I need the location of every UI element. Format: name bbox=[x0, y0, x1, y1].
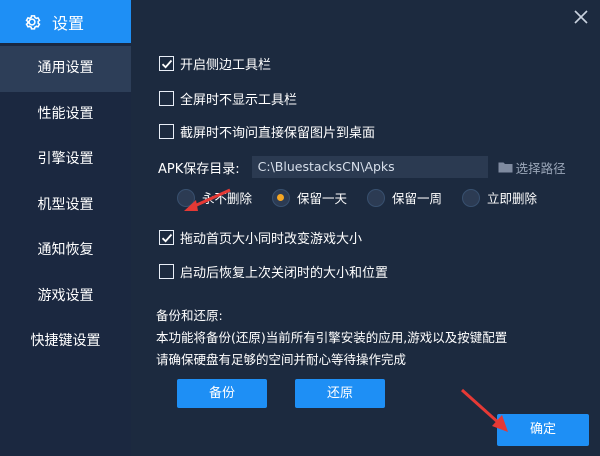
sidebar-item-game[interactable]: 游戏设置 bbox=[0, 274, 131, 320]
side-toolbar-option[interactable]: 开启侧边工具栏 bbox=[159, 54, 271, 73]
sidebar-item-notification-restore[interactable]: 通知恢复 bbox=[0, 228, 131, 274]
checkmark-icon bbox=[161, 59, 173, 69]
fullscreen-toolbar-checkbox[interactable] bbox=[159, 91, 174, 106]
radio-keep-day[interactable] bbox=[272, 188, 291, 207]
retention-delete-now-label: 立即删除 bbox=[487, 191, 538, 206]
window-title: 设置 bbox=[52, 13, 85, 33]
sidebar-item-hotkeys[interactable]: 快捷键设置 bbox=[0, 319, 131, 365]
checkmark-icon bbox=[161, 233, 173, 243]
annotation-arrow-icon bbox=[184, 188, 231, 211]
screenshot-desktop-label: 截屏时不询问直接保留图片到桌面 bbox=[180, 126, 376, 141]
radio-keep-week[interactable] bbox=[367, 188, 386, 207]
fullscreen-toolbar-label: 全屏时不显示工具栏 bbox=[180, 93, 298, 108]
annotation-arrow-icon bbox=[460, 388, 508, 432]
screenshot-desktop-option[interactable]: 截屏时不询问直接保留图片到桌面 bbox=[159, 122, 375, 141]
sidebar-nav: 通用设置 性能设置 引擎设置 机型设置 通知恢复 游戏设置 快捷键设置 bbox=[0, 46, 131, 365]
backup-warning: 请确保硬盘有足够的空间并耐心等待操作完成 bbox=[156, 352, 407, 367]
sidebar-item-device-model[interactable]: 机型设置 bbox=[0, 183, 131, 229]
browse-path-label: 选择路径 bbox=[515, 160, 566, 176]
restore-size-checkbox[interactable] bbox=[159, 264, 174, 279]
side-toolbar-label: 开启侧边工具栏 bbox=[180, 58, 272, 73]
restore-size-option[interactable]: 启动后恢复上次关闭时的大小和位置 bbox=[159, 262, 388, 281]
settings-window: 设置 通用设置 性能设置 引擎设置 机型设置 通知恢复 游戏设置 快捷键设置 开… bbox=[0, 0, 600, 456]
resize-game-option[interactable]: 拖动首页大小同时改变游戏大小 bbox=[159, 228, 362, 247]
general-settings-panel: 开启侧边工具栏 全屏时不显示工具栏 截屏时不询问直接保留图片到桌面 APK保存目… bbox=[131, 0, 600, 456]
radio-delete-now[interactable] bbox=[462, 188, 481, 207]
resize-game-checkbox[interactable] bbox=[159, 230, 174, 245]
fullscreen-toolbar-option[interactable]: 全屏时不显示工具栏 bbox=[159, 89, 297, 108]
backup-button[interactable]: 备份 bbox=[177, 379, 267, 408]
backup-description: 本功能将备份(还原)当前所有引擎安装的应用,游戏以及按键配置 bbox=[156, 330, 508, 345]
window-title-bar: 设置 bbox=[0, 0, 131, 43]
retention-keep-week[interactable]: 保留一周 bbox=[367, 188, 442, 207]
sidebar: 设置 通用设置 性能设置 引擎设置 机型设置 通知恢复 游戏设置 快捷键设置 bbox=[0, 0, 131, 456]
retention-keep-day[interactable]: 保留一天 bbox=[272, 188, 347, 207]
browse-path-button[interactable]: 选择路径 bbox=[498, 158, 566, 177]
gear-icon bbox=[25, 14, 41, 30]
sidebar-item-general[interactable]: 通用设置 bbox=[0, 46, 131, 92]
apk-directory-label: APK保存目录: bbox=[158, 161, 240, 177]
apk-directory-row: APK保存目录: 选择路径 bbox=[158, 156, 566, 178]
retention-keep-day-label: 保留一天 bbox=[297, 191, 348, 206]
sidebar-item-engine[interactable]: 引擎设置 bbox=[0, 137, 131, 183]
apk-retention-options: 永不删除 保留一天 保留一周 立即删除 bbox=[177, 188, 557, 207]
side-toolbar-checkbox[interactable] bbox=[159, 56, 174, 71]
resize-game-label: 拖动首页大小同时改变游戏大小 bbox=[180, 232, 363, 247]
backup-section-title: 备份和还原: bbox=[156, 308, 223, 323]
restore-size-label: 启动后恢复上次关闭时的大小和位置 bbox=[180, 266, 389, 281]
retention-keep-week-label: 保留一周 bbox=[392, 191, 443, 206]
retention-delete-now[interactable]: 立即删除 bbox=[462, 188, 537, 207]
apk-path-input[interactable] bbox=[251, 156, 488, 178]
screenshot-desktop-checkbox[interactable] bbox=[159, 124, 174, 139]
folder-icon bbox=[498, 162, 513, 173]
sidebar-item-performance[interactable]: 性能设置 bbox=[0, 92, 131, 138]
restore-button[interactable]: 还原 bbox=[295, 379, 385, 408]
